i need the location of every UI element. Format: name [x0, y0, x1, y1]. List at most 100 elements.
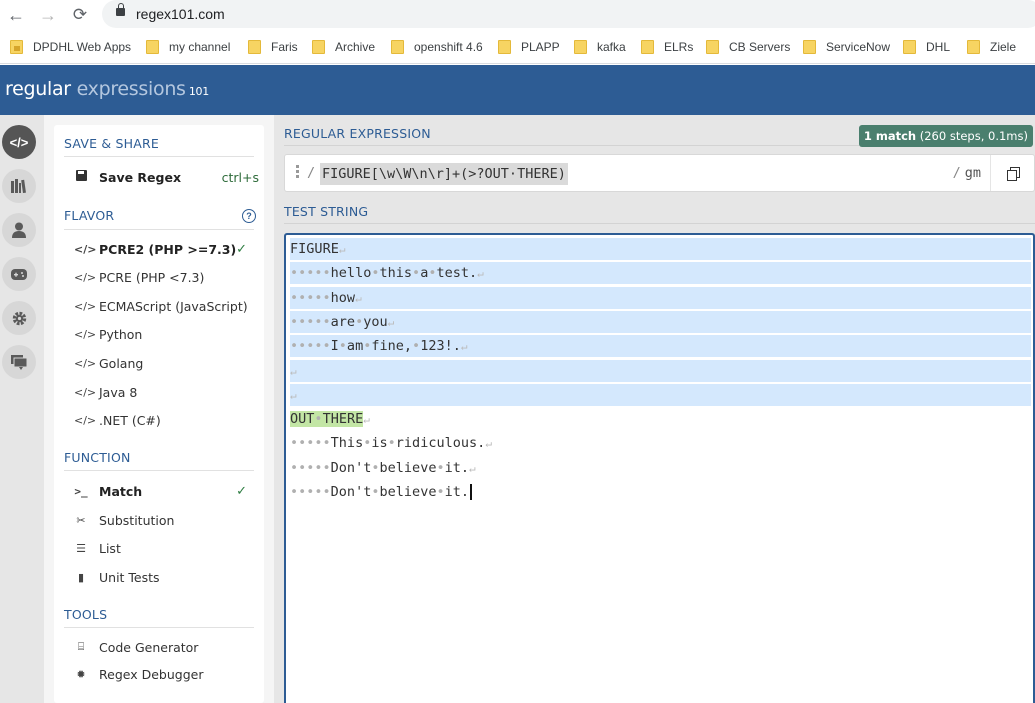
test-string-line[interactable]: ↵: [290, 383, 1031, 406]
bookmark-my-channel[interactable]: my channel: [146, 38, 230, 56]
editor-code-icon[interactable]: </>: [2, 125, 36, 159]
forward-arrow-icon[interactable]: →: [37, 4, 59, 26]
function-item-unit-tests[interactable]: ▮ Unit Tests: [74, 566, 259, 588]
bookmark-label: Ziele: [990, 40, 1017, 54]
flavor-label: Java 8: [99, 384, 138, 400]
bookmark-label: my channel: [169, 40, 231, 54]
test-string-line[interactable]: •••••This•is•ridiculous.↵: [290, 432, 1031, 454]
test-string-editor[interactable]: FIGURE↵ •••••hello•this•a•test.↵ •••••how↵…: [284, 233, 1035, 703]
tool-label: Regex Debugger: [99, 666, 204, 682]
newline-marker-icon: ↵: [387, 315, 395, 329]
regex-pattern[interactable]: FIGURE[\w\W\n\r]+(>?OUT·THERE): [320, 163, 568, 185]
reload-icon[interactable]: ⟳: [69, 4, 91, 26]
bookmark-label: ELRs: [664, 40, 694, 54]
folder-icon: [903, 40, 916, 54]
logo-number: 101: [185, 85, 209, 98]
flags-text: gm: [964, 165, 981, 181]
regex-input[interactable]: / FIGURE[\w\W\n\r]+(>?OUT·THERE) / gm: [284, 154, 1035, 192]
newline-marker-icon: ↵: [485, 437, 492, 451]
test-string-line[interactable]: •••••I•am•fine,•123!.↵: [290, 335, 1031, 358]
bookmark-openshift-4-6[interactable]: openshift 4.6: [391, 38, 483, 56]
save-regex-button[interactable]: Save Regex ctrl+s: [74, 166, 259, 188]
whitespace-indent: •••••: [290, 289, 331, 306]
folder-icon: [967, 40, 980, 54]
copy-regex-button[interactable]: [990, 155, 1034, 191]
browser-toolbar: ← → ⟳ regex101.com: [0, 0, 1035, 30]
bug-icon: ✹: [76, 667, 86, 681]
bookmark-dpdhl-web-apps[interactable]: DPDHL Web Apps: [10, 38, 131, 56]
function-label: Substitution: [99, 512, 175, 528]
bookmark-elrs[interactable]: ELRs: [641, 38, 693, 56]
tool-label: Code Generator: [99, 639, 199, 655]
regex-flags[interactable]: / gm: [953, 165, 981, 181]
gear-icon[interactable]: [2, 301, 36, 335]
flavor-item-golang[interactable]: </> Golang: [74, 352, 259, 374]
bookmark-plapp[interactable]: PLAPP: [498, 38, 560, 56]
newline-marker-icon: ↵: [355, 291, 362, 305]
test-string-line[interactable]: FIGURE↵: [290, 238, 1031, 260]
flavor-item--net-c[interactable]: </> .NET (C#): [74, 410, 259, 432]
folder-icon: [248, 40, 261, 54]
chat-icon[interactable]: [2, 345, 36, 379]
tool-item-code-generator[interactable]: ⌸ Code Generator: [74, 636, 259, 658]
test-tube-icon: ▮: [77, 570, 85, 584]
test-string-line[interactable]: •••••are•you↵: [290, 310, 1031, 333]
bookmark-label: CB Servers: [729, 40, 791, 54]
flavor-label: PCRE (PHP <7.3): [99, 270, 205, 286]
test-string-line[interactable]: •••••how↵: [290, 286, 1031, 309]
test-string-line[interactable]: •••••hello•this•a•test.↵: [290, 262, 1031, 285]
code-file-icon: ⌸: [77, 640, 85, 653]
bookmark-label: Archive: [335, 40, 376, 54]
folder-icon: [641, 40, 654, 54]
test-string-line[interactable]: •••••Don't•believe•it.: [290, 481, 1031, 503]
bookmark-dhl[interactable]: DHL: [903, 38, 950, 56]
lock-icon: [116, 3, 125, 16]
library-icon[interactable]: [2, 169, 36, 203]
bookmark-label: PLAPP: [521, 40, 560, 54]
terminal-icon: >_: [74, 484, 88, 498]
bookmark-ziele[interactable]: Ziele: [967, 38, 1016, 56]
apps-folder-icon: [10, 40, 23, 54]
regex-section-title: REGULAR EXPRESSION: [284, 126, 431, 141]
test-string-line[interactable]: ↵: [290, 359, 1031, 382]
test-string-line[interactable]: •••••Don't•believe•it.↵: [290, 457, 1031, 479]
bookmark-kafka[interactable]: kafka: [574, 38, 626, 56]
back-arrow-icon[interactable]: ←: [5, 4, 27, 26]
copy-icon: [1006, 166, 1020, 181]
line-text: how: [330, 289, 356, 306]
flavor-item-pcre2-php-7-3[interactable]: </> PCRE2 (PHP >=7.3) ✓: [74, 238, 259, 260]
logo[interactable]: regular expressions 101: [5, 78, 209, 100]
flavor-item-ecmascript-javascript[interactable]: </> ECMAScript (JavaScript): [74, 295, 259, 317]
checkmark-icon: ✓: [236, 241, 247, 257]
capture-group-match: OUT•THERE: [290, 411, 364, 428]
whitespace-indent: •••••: [290, 484, 331, 500]
url-text: regex101.com: [136, 6, 225, 22]
function-item-substitution[interactable]: ✂ Substitution: [74, 509, 259, 531]
function-item-list[interactable]: ☰ List: [74, 537, 259, 559]
match-count: 1 match: [863, 129, 917, 143]
folder-icon: [498, 40, 511, 54]
folder-icon: [391, 40, 404, 54]
bookmark-servicenow[interactable]: ServiceNow: [803, 38, 890, 56]
address-bar[interactable]: regex101.com: [102, 0, 1035, 28]
function-item-match[interactable]: >_ Match ✓: [74, 480, 259, 502]
gamepad-icon[interactable]: [2, 257, 36, 291]
match-detail: (260 steps, 0.1ms): [916, 129, 1028, 143]
tool-item-regex-debugger[interactable]: ✹ Regex Debugger: [74, 663, 259, 685]
bookmark-archive[interactable]: Archive: [312, 38, 375, 56]
test-string-line[interactable]: OUT•THERE↵: [290, 408, 1031, 430]
folder-icon: [574, 40, 587, 54]
flavor-label: .NET (C#): [99, 413, 161, 429]
scissors-icon: ✂: [76, 513, 86, 527]
flavor-item-pcre-php-7-3[interactable]: </> PCRE (PHP <7.3): [74, 267, 259, 289]
flavor-item-java-8[interactable]: </> Java 8: [74, 381, 259, 403]
user-icon[interactable]: [2, 213, 36, 247]
bookmark-label: Faris: [271, 40, 298, 54]
bookmark-faris[interactable]: Faris: [248, 38, 298, 56]
drag-handle-icon[interactable]: [296, 165, 299, 179]
flavor-item-python[interactable]: </> Python: [74, 324, 259, 346]
flavor-label: ECMAScript (JavaScript): [99, 298, 248, 314]
logo-light: expressions: [70, 78, 186, 100]
bookmark-cb-servers[interactable]: CB Servers: [706, 38, 790, 56]
help-icon[interactable]: ?: [242, 209, 256, 223]
